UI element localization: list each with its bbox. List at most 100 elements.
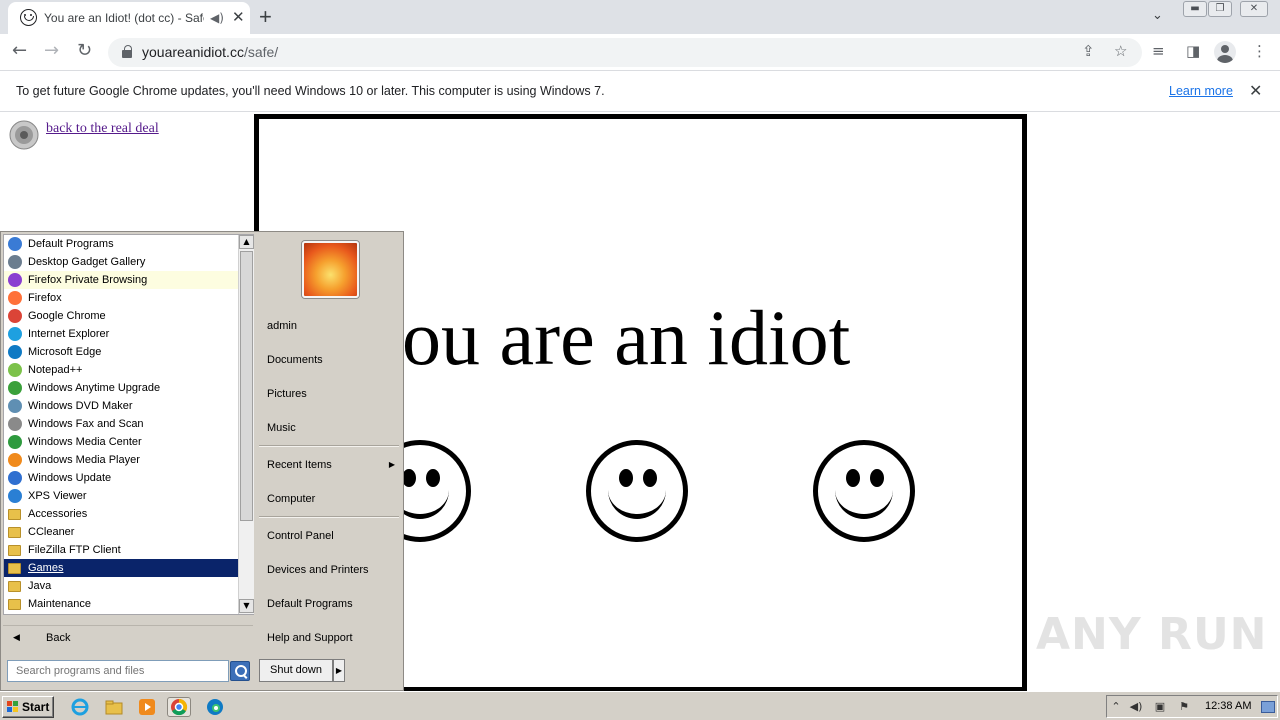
forward-arrow-icon[interactable]: → xyxy=(44,40,59,61)
folder-icon xyxy=(8,527,21,538)
search-input[interactable] xyxy=(8,661,228,681)
back-triangle-icon: ◀ xyxy=(13,633,20,643)
computer-item[interactable]: Computer xyxy=(254,486,403,512)
program-item[interactable]: Java xyxy=(4,577,238,595)
program-item[interactable]: Firefox xyxy=(4,289,238,307)
minimize-button[interactable]: ▬ xyxy=(1183,1,1207,17)
search-icon[interactable] xyxy=(230,661,250,681)
program-item[interactable]: FileZilla FTP Client xyxy=(4,541,238,559)
program-label: Firefox Private Browsing xyxy=(28,274,148,286)
control-panel-item[interactable]: Control Panel xyxy=(254,523,403,549)
ie-icon xyxy=(8,327,22,341)
smiley-face-3 xyxy=(813,440,915,542)
program-item[interactable]: Default Programs xyxy=(4,235,238,253)
windows-upgrade-icon xyxy=(8,381,22,395)
window-close-button[interactable]: ✕ xyxy=(1240,1,1268,17)
scroll-thumb[interactable] xyxy=(240,251,253,521)
url-path: /safe/ xyxy=(243,44,279,60)
start-menu: Default Programs Desktop Gadget Gallery Fi… xyxy=(0,231,404,691)
program-item[interactable]: Windows Media Player xyxy=(4,451,238,469)
program-label: Google Chrome xyxy=(28,310,106,322)
start-button[interactable]: Start xyxy=(2,696,54,718)
show-desktop-icon[interactable] xyxy=(1261,701,1275,713)
smiley-face-2 xyxy=(586,440,688,542)
edge-icon[interactable] xyxy=(205,697,225,717)
program-item[interactable]: Desktop Gadget Gallery xyxy=(4,253,238,271)
program-item[interactable]: Windows Update xyxy=(4,469,238,487)
scroll-down-icon[interactable]: ▼ xyxy=(239,599,254,613)
devices-printers-item[interactable]: Devices and Printers xyxy=(254,557,403,583)
folder-icon xyxy=(8,509,21,520)
default-programs-item[interactable]: Default Programs xyxy=(254,591,403,617)
program-item[interactable]: Windows Anytime Upgrade xyxy=(4,379,238,397)
program-label: Desktop Gadget Gallery xyxy=(28,256,146,268)
action-center-flag-icon[interactable]: ⚑ xyxy=(1177,700,1191,714)
speaker-icon[interactable] xyxy=(8,119,40,151)
speaker-audio-icon[interactable]: ◀) xyxy=(210,11,224,25)
infobar-close-icon[interactable]: ✕ xyxy=(1249,81,1262,100)
pictures-item[interactable]: Pictures xyxy=(254,381,403,407)
explorer-icon[interactable] xyxy=(104,697,124,717)
music-item[interactable]: Music xyxy=(254,415,403,441)
volume-icon[interactable]: ◀) xyxy=(1129,700,1143,714)
windows-update-icon xyxy=(8,471,22,485)
back-to-real-deal-link[interactable]: back to the real deal xyxy=(46,121,159,137)
browser-toolbar: ← → ↻ youareanidiot.cc/safe/ ⇪ ☆ ≡ ◨ ⋮ xyxy=(0,34,1280,71)
learn-more-link[interactable]: Learn more xyxy=(1169,84,1233,98)
recent-items-label: Recent Items xyxy=(267,459,332,471)
scroll-up-icon[interactable]: ▲ xyxy=(239,235,254,249)
media-player-icon[interactable] xyxy=(137,697,157,717)
user-picture-flower-icon[interactable] xyxy=(302,241,359,298)
reload-icon[interactable]: ↻ xyxy=(77,40,92,61)
back-button[interactable]: ◀ Back xyxy=(3,625,253,653)
program-item[interactable]: Maintenance xyxy=(4,595,238,613)
program-item[interactable]: Windows Media Center xyxy=(4,433,238,451)
chrome-icon[interactable] xyxy=(167,697,191,717)
program-item[interactable]: Windows Fax and Scan xyxy=(4,415,238,433)
program-item[interactable]: CCleaner xyxy=(4,523,238,541)
back-arrow-icon[interactable]: ← xyxy=(12,40,27,61)
program-item[interactable]: XPS Viewer xyxy=(4,487,238,505)
smiley-favicon-icon xyxy=(20,9,37,26)
shutdown-options-arrow-icon[interactable]: ▶ xyxy=(333,659,345,682)
bookmark-star-icon[interactable]: ☆ xyxy=(1114,42,1127,60)
browser-tab[interactable]: You are an Idiot! (dot cc) - Safe ◀) ✕ xyxy=(8,2,250,34)
network-icon[interactable]: ▣ xyxy=(1153,700,1167,714)
chrome-menu-icon[interactable]: ⋮ xyxy=(1252,42,1267,60)
share-icon[interactable]: ⇪ xyxy=(1082,42,1095,60)
side-panel-icon[interactable]: ◨ xyxy=(1186,42,1200,60)
url-text[interactable]: youareanidiot.cc/safe/ xyxy=(142,44,278,60)
program-item[interactable]: Games xyxy=(4,559,238,577)
program-label: Java xyxy=(28,580,52,592)
ie-icon[interactable] xyxy=(70,697,90,717)
tab-close-icon[interactable]: ✕ xyxy=(232,8,245,26)
clock[interactable]: 12:38 AM xyxy=(1205,700,1251,712)
program-item[interactable]: Accessories xyxy=(4,505,238,523)
program-item[interactable]: Firefox Private Browsing xyxy=(4,271,238,289)
program-item[interactable]: Windows DVD Maker xyxy=(4,397,238,415)
lock-icon[interactable] xyxy=(122,45,132,58)
program-item[interactable]: Microsoft Edge xyxy=(4,343,238,361)
recent-items-item[interactable]: Recent Items ▶ xyxy=(254,452,403,478)
tab-search-chevron-icon[interactable]: ⌄ xyxy=(1152,8,1163,23)
gadget-icon xyxy=(8,255,22,269)
shut-down-button[interactable]: Shut down xyxy=(259,659,333,682)
program-item[interactable]: Google Chrome xyxy=(4,307,238,325)
default-programs-icon xyxy=(8,237,22,251)
start-search-box[interactable] xyxy=(7,660,229,682)
media-control-icon[interactable]: ≡ xyxy=(1152,42,1165,60)
programs-scrollbar[interactable]: ▲ ▼ xyxy=(238,235,254,614)
user-admin-item[interactable]: admin xyxy=(254,313,403,339)
profile-avatar-icon[interactable] xyxy=(1214,41,1236,63)
restore-button[interactable]: ❐ xyxy=(1208,1,1232,17)
back-label: Back xyxy=(46,632,71,644)
address-bar[interactable]: youareanidiot.cc/safe/ ⇪ ☆ xyxy=(108,38,1142,67)
help-support-item[interactable]: Help and Support xyxy=(254,625,403,651)
program-item[interactable]: Internet Explorer xyxy=(4,325,238,343)
show-hidden-icons-icon[interactable]: ⌃ xyxy=(1109,700,1123,714)
new-tab-button[interactable]: + xyxy=(259,4,272,30)
documents-item[interactable]: Documents xyxy=(254,347,403,373)
program-item[interactable]: Notepad++ xyxy=(4,361,238,379)
dvd-maker-icon xyxy=(8,399,22,413)
start-right-pane: admin Documents Pictures Music Recent It… xyxy=(254,232,403,657)
